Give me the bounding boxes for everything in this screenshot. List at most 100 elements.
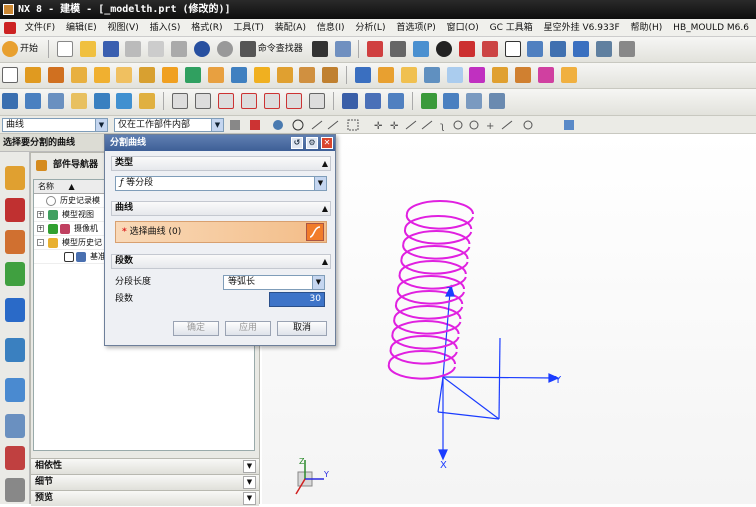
- arc-center-snap-icon[interactable]: [453, 120, 463, 130]
- open-folder-icon[interactable]: [79, 41, 96, 57]
- group-icon[interactable]: [139, 93, 156, 109]
- more-icon[interactable]: [618, 41, 635, 57]
- revolve-icon[interactable]: [47, 67, 64, 83]
- layer-icon[interactable]: [458, 41, 475, 57]
- section-icon[interactable]: [364, 93, 381, 109]
- datum-icon[interactable]: [162, 67, 179, 83]
- type-select[interactable]: ƒ 等分段 ▼: [115, 176, 327, 191]
- orient-view-icon[interactable]: [435, 41, 452, 57]
- point-icon[interactable]: [185, 67, 201, 83]
- menu-window[interactable]: 窗口(O): [447, 19, 479, 36]
- wcs-orient-icon[interactable]: [489, 93, 506, 109]
- section-curve[interactable]: 曲线 ▲: [111, 201, 331, 216]
- transform-icon[interactable]: [93, 93, 110, 109]
- chevron-down-icon[interactable]: ▼: [314, 177, 326, 190]
- new-file-icon[interactable]: [56, 41, 73, 57]
- move-object-icon[interactable]: [116, 93, 133, 109]
- helix-coil-back[interactable]: [393, 305, 462, 320]
- hole-icon[interactable]: [116, 67, 133, 83]
- checkbox-icon[interactable]: [64, 252, 74, 262]
- system-materials-tab[interactable]: [5, 414, 25, 438]
- offset-curve-icon[interactable]: [217, 93, 234, 109]
- section-type[interactable]: 类型 ▲: [111, 156, 331, 171]
- menu-analysis[interactable]: 分析(L): [355, 19, 385, 36]
- save-icon[interactable]: [102, 41, 119, 57]
- thicken-icon[interactable]: [469, 67, 486, 83]
- sew-icon[interactable]: [423, 67, 440, 83]
- distance-icon[interactable]: [387, 93, 404, 109]
- mirror-icon[interactable]: [377, 67, 394, 83]
- properties-icon[interactable]: [443, 93, 460, 109]
- line-icon[interactable]: [172, 93, 188, 109]
- web-browser-tab[interactable]: [5, 338, 25, 362]
- split-body-icon[interactable]: [322, 67, 339, 83]
- expand-icon[interactable]: +: [37, 211, 44, 218]
- chevron-down-icon[interactable]: ▼: [95, 119, 107, 131]
- deselect-icon[interactable]: [273, 120, 283, 130]
- nx-menu-icon[interactable]: [4, 22, 16, 34]
- assembly-icon[interactable]: [596, 41, 613, 57]
- roles-tab[interactable]: [5, 446, 25, 470]
- command-finder-button[interactable]: 命令查找器: [258, 37, 303, 61]
- select-filter-icon[interactable]: [334, 41, 351, 57]
- scope-filter-combo[interactable]: 仅在工作部件内部 ▼: [114, 118, 224, 132]
- chevron-down-icon[interactable]: ▼: [312, 276, 324, 289]
- assembly-navigator-tab[interactable]: [5, 198, 25, 222]
- menu-info[interactable]: 信息(I): [317, 19, 345, 36]
- cube-icon[interactable]: [573, 41, 590, 57]
- layer-visible-icon[interactable]: [47, 93, 64, 109]
- curve-rule-icon[interactable]: [311, 120, 323, 130]
- accordion-details[interactable]: 细节 ▼: [31, 474, 259, 490]
- box-select-icon[interactable]: [347, 119, 359, 131]
- menu-file[interactable]: 文件(F): [25, 19, 55, 36]
- apply-button[interactable]: 应用: [225, 321, 271, 336]
- close-icon[interactable]: ✕: [321, 137, 333, 149]
- chevron-down-icon[interactable]: ▼: [243, 492, 256, 505]
- segment-count-input[interactable]: 30: [269, 292, 325, 307]
- edit-object-icon[interactable]: [70, 93, 87, 109]
- menu-help[interactable]: 帮助(H): [631, 19, 663, 36]
- sort-up-icon[interactable]: ▲: [69, 182, 75, 191]
- arc-icon[interactable]: [194, 93, 211, 109]
- menu-gc-toolkit[interactable]: GC 工具箱: [490, 19, 533, 36]
- segment-length-select[interactable]: 等弧长 ▼: [223, 275, 325, 290]
- block-icon[interactable]: [70, 67, 87, 83]
- expand-icon[interactable]: +: [37, 225, 44, 232]
- menu-plugin[interactable]: 星空外挂 V6.933F: [544, 19, 620, 36]
- quadrant-snap-icon[interactable]: [469, 120, 479, 130]
- filter-icon[interactable]: [230, 120, 240, 130]
- command-finder-icon[interactable]: [239, 41, 256, 57]
- measure-icon[interactable]: [2, 93, 18, 109]
- viewport-canvas[interactable]: Y X Z Z Y: [262, 134, 756, 504]
- curve-icon[interactable]: [311, 41, 328, 57]
- selection-intent-icon[interactable]: [250, 120, 260, 130]
- section-segments[interactable]: 段数 ▲: [111, 254, 331, 269]
- offset-face-icon[interactable]: [400, 67, 417, 83]
- accordion-dependencies[interactable]: 相依性 ▼: [31, 458, 259, 474]
- menu-view[interactable]: 视图(V): [108, 19, 139, 36]
- dialog-title-bar[interactable]: 分割曲线 ↺ ⚙ ✕: [105, 135, 335, 151]
- cylinder-icon[interactable]: [93, 67, 110, 83]
- system-scene-tab[interactable]: [5, 478, 25, 502]
- table-icon[interactable]: [466, 93, 483, 109]
- menu-preferences[interactable]: 首选项(P): [396, 19, 435, 36]
- extend-curve-icon[interactable]: [263, 93, 280, 109]
- cut-icon[interactable]: [125, 41, 142, 57]
- helix-coil-back[interactable]: [406, 200, 474, 215]
- point-on-curve-snap-icon[interactable]: [501, 120, 513, 130]
- view-snap-icon[interactable]: [564, 120, 574, 130]
- display-icon[interactable]: [481, 41, 498, 57]
- extrude-icon[interactable]: [24, 67, 41, 83]
- edge-blend-icon[interactable]: [207, 67, 224, 83]
- existing-point-snap-icon[interactable]: +: [486, 121, 494, 132]
- chevron-down-icon[interactable]: ▼: [243, 476, 256, 489]
- delete-face-icon[interactable]: [538, 67, 554, 83]
- ok-button[interactable]: 确定: [173, 321, 219, 336]
- menu-assembly[interactable]: 装配(A): [275, 19, 306, 36]
- curve-select-icon[interactable]: [306, 223, 324, 241]
- type-filter-combo[interactable]: 曲线 ▼: [2, 118, 108, 132]
- constraint-navigator-tab[interactable]: [5, 230, 25, 254]
- layer-settings-icon[interactable]: [24, 93, 41, 109]
- chevron-up-icon[interactable]: ▲: [322, 256, 328, 267]
- tangent-snap-icon[interactable]: [421, 120, 433, 130]
